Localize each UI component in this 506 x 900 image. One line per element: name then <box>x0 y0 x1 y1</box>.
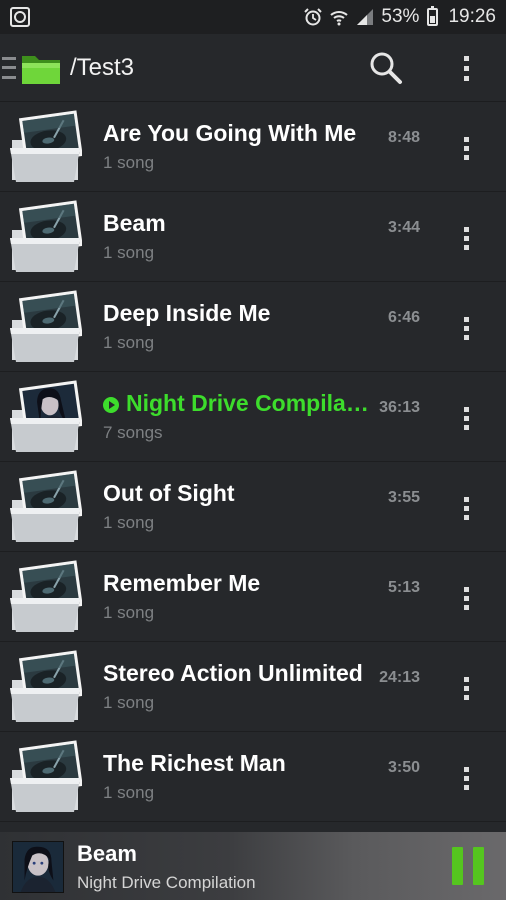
overflow-menu-button[interactable] <box>446 48 486 88</box>
folder-title: Night Drive Compilati.. <box>126 390 370 416</box>
folder-thumbnail <box>8 470 83 544</box>
more-vert-icon <box>463 226 469 250</box>
signal-icon <box>357 9 374 25</box>
folder-duration: 3:50 <box>387 759 420 776</box>
folder-row[interactable]: Night Drive Compilati.. 7 songs 36:13 <box>0 372 506 462</box>
now-playing-bar[interactable]: Beam Night Drive Compilation <box>0 832 506 900</box>
search-button[interactable] <box>366 48 406 88</box>
folder-list: Are You Going With Me 1 song 8:48 Beam 1… <box>0 102 506 822</box>
folder-row[interactable]: Out of Sight 1 song 3:55 <box>0 462 506 552</box>
folder-thumbnail <box>8 740 83 814</box>
folder-song-count: 1 song <box>103 243 155 262</box>
row-overflow-button[interactable] <box>452 578 480 618</box>
row-overflow-button[interactable] <box>452 758 480 798</box>
now-playing-title: Beam <box>77 841 137 866</box>
folder-title: Are You Going With Me <box>103 120 357 146</box>
folder-song-count: 1 song <box>103 153 155 172</box>
folder-song-count: 7 songs <box>103 423 163 442</box>
folder-row[interactable]: The Richest Man 1 song 3:50 <box>0 732 506 822</box>
search-icon <box>370 52 402 84</box>
folder-thumbnail <box>8 200 83 274</box>
battery-percent: 53% <box>381 6 420 27</box>
drawer-menu-icon[interactable] <box>2 56 16 79</box>
folder-duration: 8:48 <box>387 129 420 146</box>
folder-thumbnail <box>8 110 83 184</box>
folder-duration: 3:44 <box>387 219 420 236</box>
folder-row[interactable]: Deep Inside Me 1 song 6:46 <box>0 282 506 372</box>
folder-title: Remember Me <box>103 570 261 596</box>
more-vert-icon <box>463 55 469 81</box>
more-vert-icon <box>463 136 469 160</box>
now-playing-album-art <box>12 841 64 893</box>
folder-song-count: 1 song <box>103 603 155 622</box>
folder-row[interactable]: Beam 1 song 3:44 <box>0 192 506 282</box>
more-vert-icon <box>463 676 469 700</box>
folder-duration: 24:13 <box>379 669 420 686</box>
battery-icon <box>427 6 439 26</box>
folder-duration: 6:46 <box>387 309 420 326</box>
folder-title: Stereo Action Unlimited <box>103 660 363 686</box>
alarm-icon <box>304 8 323 26</box>
pause-button[interactable] <box>452 847 484 885</box>
app-bar: /Test3 <box>0 34 506 102</box>
folder-thumbnail <box>8 650 83 724</box>
status-bar: 53% 19:26 <box>0 0 506 34</box>
more-vert-icon <box>463 766 469 790</box>
row-overflow-button[interactable] <box>452 218 480 258</box>
wifi-icon <box>330 11 349 26</box>
folder-song-count: 1 song <box>103 783 155 802</box>
clock: 19:26 <box>448 6 496 27</box>
folder-title: The Richest Man <box>103 750 286 776</box>
folder-icon[interactable] <box>20 50 62 86</box>
music-app-notification-icon <box>10 7 30 27</box>
row-overflow-button[interactable] <box>452 488 480 528</box>
now-playing-indicator-icon <box>103 397 119 413</box>
row-overflow-button[interactable] <box>452 308 480 348</box>
folder-thumbnail <box>8 290 83 364</box>
folder-song-count: 1 song <box>103 693 155 712</box>
folder-duration: 5:13 <box>387 579 420 596</box>
more-vert-icon <box>463 496 469 520</box>
folder-path: /Test3 <box>70 53 135 81</box>
folder-duration: 3:55 <box>387 489 420 506</box>
row-overflow-button[interactable] <box>452 668 480 708</box>
now-playing-subtitle: Night Drive Compilation <box>77 873 256 892</box>
more-vert-icon <box>463 316 469 340</box>
more-vert-icon <box>463 406 469 430</box>
folder-thumbnail <box>8 560 83 634</box>
folder-row[interactable]: Are You Going With Me 1 song 8:48 <box>0 102 506 192</box>
row-overflow-button[interactable] <box>452 128 480 168</box>
folder-duration: 36:13 <box>379 399 420 416</box>
folder-title: Deep Inside Me <box>103 300 271 326</box>
folder-title: Out of Sight <box>103 480 235 506</box>
folder-song-count: 1 song <box>103 333 155 352</box>
row-overflow-button[interactable] <box>452 398 480 438</box>
folder-title: Beam <box>103 210 166 236</box>
folder-thumbnail <box>8 380 83 454</box>
folder-row[interactable]: Stereo Action Unlimited 1 song 24:13 <box>0 642 506 732</box>
more-vert-icon <box>463 586 469 610</box>
folder-row[interactable]: Remember Me 1 song 5:13 <box>0 552 506 642</box>
folder-song-count: 1 song <box>103 513 155 532</box>
